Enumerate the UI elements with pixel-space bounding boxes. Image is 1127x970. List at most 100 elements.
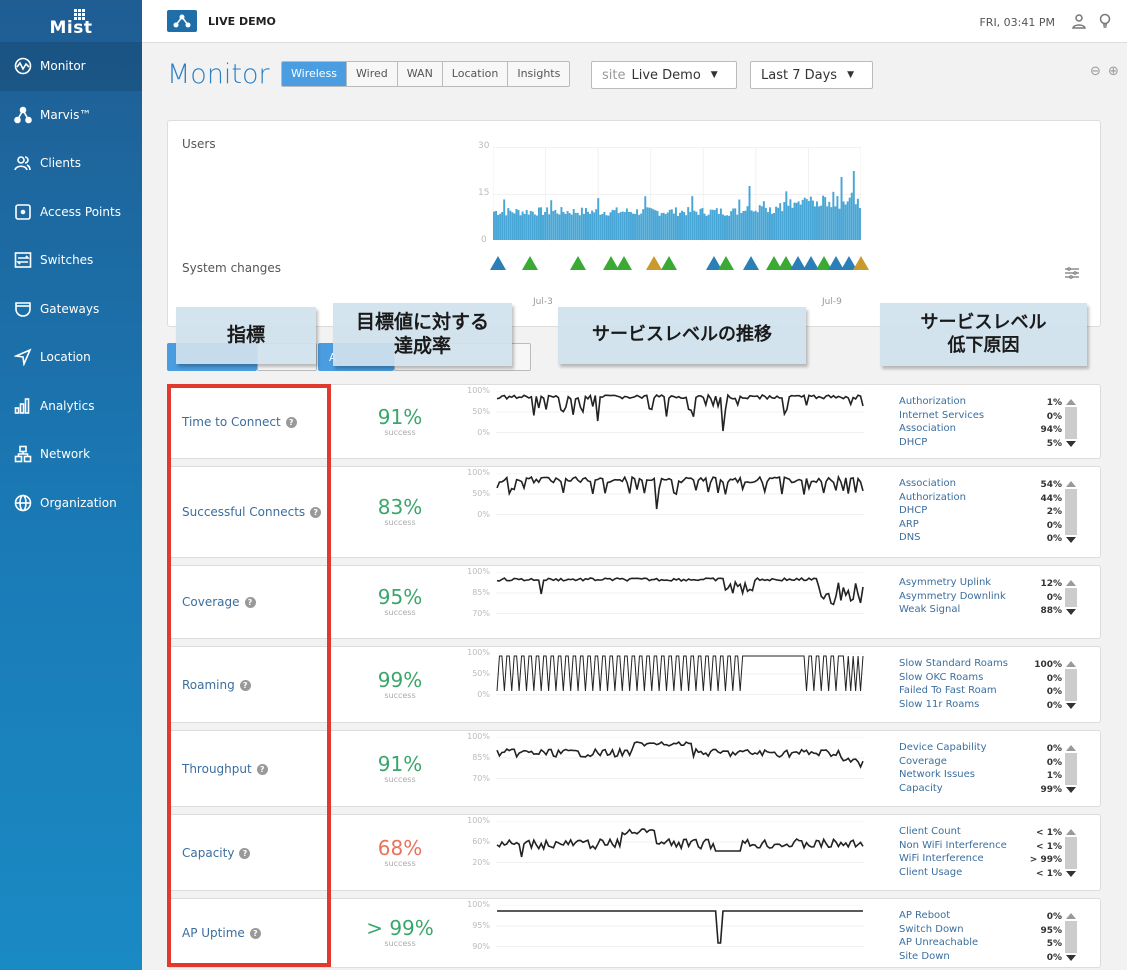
- org-name[interactable]: LIVE DEMO: [208, 15, 276, 28]
- classifier-name[interactable]: ARP: [899, 518, 919, 532]
- classifier-name[interactable]: Client Count: [899, 825, 961, 839]
- metric-name[interactable]: Coverage?: [182, 595, 256, 609]
- classifier-name[interactable]: Asymmetry Uplink: [899, 576, 991, 590]
- scroll-down-icon[interactable]: [1066, 955, 1076, 961]
- system-change-marker[interactable]: [616, 256, 632, 270]
- classifier-scrollbar[interactable]: [1065, 661, 1077, 709]
- scroll-up-icon[interactable]: [1066, 481, 1076, 487]
- classifier-name[interactable]: Asymmetry Downlink: [899, 590, 1006, 604]
- scroll-down-icon[interactable]: [1066, 441, 1076, 447]
- tab-wireless[interactable]: Wireless: [282, 62, 348, 86]
- classifier-name[interactable]: Site Down: [899, 950, 950, 964]
- sparkline[interactable]: [496, 737, 864, 779]
- help-icon[interactable]: ?: [256, 763, 268, 775]
- metric-name[interactable]: AP Uptime?: [182, 926, 261, 940]
- classifier-scrollbar[interactable]: [1065, 745, 1077, 793]
- classifier-name[interactable]: DHCP: [899, 504, 927, 518]
- classifier-scrollbar[interactable]: [1065, 399, 1077, 447]
- system-change-marker[interactable]: [646, 256, 662, 270]
- classifier-scrollbar[interactable]: [1065, 913, 1077, 961]
- system-change-marker[interactable]: [570, 256, 586, 270]
- classifier-name[interactable]: Authorization: [899, 395, 966, 409]
- scroll-thumb[interactable]: [1065, 921, 1077, 953]
- sparkline[interactable]: [496, 821, 864, 863]
- sparkline[interactable]: [496, 572, 864, 614]
- metric-name[interactable]: Time to Connect?: [182, 415, 297, 429]
- classifier-name[interactable]: WiFi Interference: [899, 852, 984, 866]
- metric-name[interactable]: Roaming?: [182, 678, 251, 692]
- sidebar-item-switches[interactable]: Switches: [0, 236, 142, 285]
- metric-name[interactable]: Throughput?: [182, 762, 268, 776]
- sidebar-item-gateways[interactable]: Gateways: [0, 285, 142, 334]
- help-icon[interactable]: ?: [239, 679, 251, 691]
- classifier-name[interactable]: Network Issues: [899, 768, 975, 782]
- classifier-name[interactable]: DNS: [899, 531, 921, 545]
- classifier-name[interactable]: Association: [899, 477, 956, 491]
- sparkline[interactable]: [496, 473, 864, 515]
- scroll-down-icon[interactable]: [1066, 536, 1076, 543]
- classifier-name[interactable]: Non WiFi Interference: [899, 839, 1007, 853]
- classifier-name[interactable]: Failed To Fast Roam: [899, 684, 997, 698]
- help-icon[interactable]: ?: [239, 847, 251, 859]
- sidebar-item-location[interactable]: Location: [0, 333, 142, 382]
- system-change-marker[interactable]: [853, 256, 869, 270]
- scroll-up-icon[interactable]: [1066, 829, 1076, 835]
- classifier-name[interactable]: DHCP: [899, 436, 927, 450]
- tab-wired[interactable]: Wired: [347, 62, 398, 86]
- sidebar-item-marvis[interactable]: Marvis™: [0, 91, 142, 140]
- scroll-down-icon[interactable]: [1066, 787, 1076, 793]
- scroll-thumb[interactable]: [1065, 489, 1077, 535]
- sidebar-item-monitor[interactable]: Monitor: [0, 42, 142, 91]
- metric-name[interactable]: Successful Connects?: [182, 505, 322, 519]
- classifier-name[interactable]: Slow Standard Roams: [899, 657, 1008, 671]
- scroll-up-icon[interactable]: [1066, 661, 1076, 667]
- scroll-thumb[interactable]: [1065, 753, 1077, 785]
- classifier-name[interactable]: Capacity: [899, 782, 943, 796]
- sidebar-item-analytics[interactable]: Analytics: [0, 382, 142, 431]
- system-change-marker[interactable]: [743, 256, 759, 270]
- help-icon[interactable]: ?: [244, 597, 256, 608]
- tab-wan[interactable]: WAN: [398, 62, 443, 86]
- scroll-thumb[interactable]: [1065, 407, 1077, 439]
- zoom-in-icon[interactable]: ⊕: [1108, 64, 1119, 79]
- help-icon[interactable]: ?: [310, 507, 322, 518]
- system-change-marker[interactable]: [661, 256, 677, 270]
- tab-insights[interactable]: Insights: [508, 62, 569, 86]
- classifier-name[interactable]: Internet Services: [899, 409, 984, 423]
- scroll-up-icon[interactable]: [1066, 399, 1076, 405]
- classifier-name[interactable]: Weak Signal: [899, 603, 960, 617]
- classifier-name[interactable]: Coverage: [899, 755, 947, 769]
- scroll-down-icon[interactable]: [1066, 703, 1076, 709]
- sidebar-item-access-points[interactable]: Access Points: [0, 188, 142, 237]
- system-change-marker[interactable]: [490, 256, 506, 270]
- classifier-name[interactable]: Client Usage: [899, 866, 962, 880]
- scroll-up-icon[interactable]: [1066, 580, 1076, 586]
- classifier-name[interactable]: Authorization: [899, 491, 966, 505]
- classifier-name[interactable]: Device Capability: [899, 741, 987, 755]
- sidebar-item-network[interactable]: Network: [0, 430, 142, 479]
- sparkline[interactable]: [496, 905, 864, 947]
- filter-icon[interactable]: [1064, 264, 1080, 279]
- scroll-down-icon[interactable]: [1066, 871, 1076, 877]
- tab-location[interactable]: Location: [443, 62, 509, 86]
- help-icon[interactable]: ?: [249, 928, 261, 939]
- users-bar-chart[interactable]: [493, 147, 861, 241]
- classifier-name[interactable]: AP Reboot: [899, 909, 950, 923]
- classifier-name[interactable]: Slow OKC Roams: [899, 671, 983, 685]
- metric-name[interactable]: Capacity?: [182, 846, 251, 860]
- classifier-name[interactable]: AP Unreachable: [899, 936, 978, 950]
- scroll-down-icon[interactable]: [1066, 608, 1076, 615]
- sidebar-item-organization[interactable]: Organization: [0, 479, 142, 528]
- system-change-marker[interactable]: [522, 256, 538, 270]
- classifier-name[interactable]: Switch Down: [899, 923, 964, 937]
- classifier-scrollbar[interactable]: [1065, 481, 1077, 543]
- site-dropdown[interactable]: site Live Demo ▼: [591, 61, 737, 89]
- classifier-scrollbar[interactable]: [1065, 829, 1077, 877]
- sparkline[interactable]: [496, 653, 864, 695]
- scroll-thumb[interactable]: [1065, 588, 1077, 607]
- scroll-thumb[interactable]: [1065, 669, 1077, 701]
- help-icon[interactable]: ?: [285, 416, 297, 428]
- sidebar-item-clients[interactable]: Clients: [0, 139, 142, 188]
- scroll-thumb[interactable]: [1065, 837, 1077, 869]
- zoom-out-icon[interactable]: ⊖: [1090, 64, 1101, 79]
